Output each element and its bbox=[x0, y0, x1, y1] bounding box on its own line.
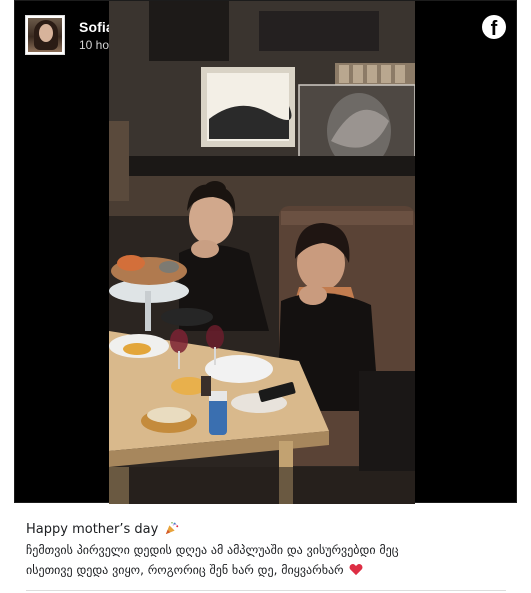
avatar-face-shape bbox=[39, 24, 53, 42]
caption-body-line-2: ისეთივე დედა ვიყო, როგორიც შენ ხარ დე, მ… bbox=[26, 563, 344, 577]
post-media-frame: Sofia Nizharadze 10 hours ago f bbox=[14, 0, 517, 504]
caption-body-line-2-wrap: ისეთივე დედა ვიყო, როგორიც შენ ხარ დე, მ… bbox=[26, 560, 506, 580]
caption-body-line-1: ჩემთვის პირველი დედის დღეა ამ ამპლუაში დ… bbox=[26, 543, 399, 557]
red-heart-icon bbox=[349, 564, 363, 576]
caption-title-line: Happy mother’s day bbox=[26, 520, 506, 540]
avatar-image bbox=[28, 18, 62, 52]
caption-divider bbox=[26, 590, 506, 591]
party-popper-icon bbox=[166, 521, 179, 535]
avatar[interactable] bbox=[25, 15, 65, 55]
post-photo[interactable] bbox=[109, 1, 415, 504]
caption-body: ჩემთვის პირველი დედის დღეა ამ ამპლუაში დ… bbox=[26, 540, 506, 580]
post-caption: Happy mother’s day ჩემთვის პირველი დედის… bbox=[26, 520, 506, 580]
photo-illustration bbox=[109, 1, 415, 504]
facebook-icon[interactable]: f bbox=[482, 15, 506, 39]
embedded-post: Sofia Nizharadze 10 hours ago f bbox=[0, 0, 531, 593]
caption-title: Happy mother’s day bbox=[26, 522, 159, 537]
